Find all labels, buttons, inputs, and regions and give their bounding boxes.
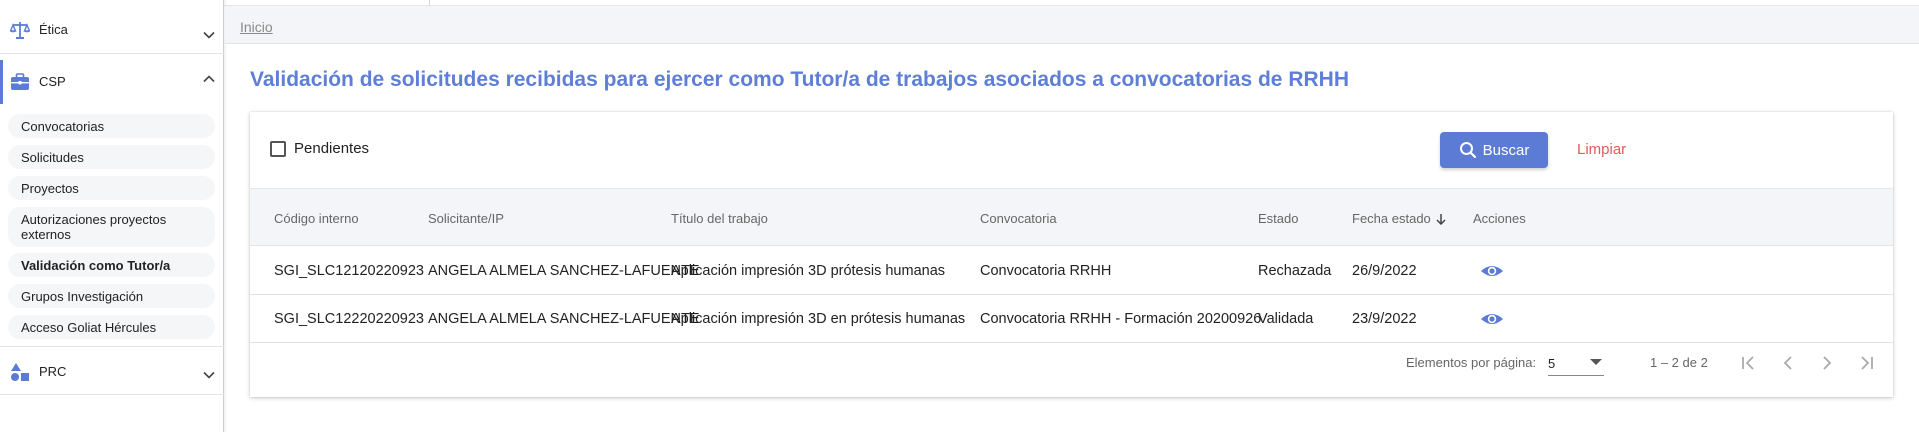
cell-convocatoria: Convocatoria RRHH - Formación 20200926 [980, 311, 1262, 327]
cell-estado: Validada [1258, 311, 1314, 327]
items-per-page-label: Elementos por página: [1406, 355, 1537, 370]
previous-page-icon[interactable] [1775, 350, 1801, 376]
sidebar-group-label: Ética [39, 22, 68, 37]
sidebar-group-etica[interactable]: Ética [0, 14, 224, 46]
cell-solicitante: ANGELA ALMELA SANCHEZ-LAFUENTE [428, 311, 700, 327]
sidebar-group-csp[interactable]: CSP [0, 60, 224, 104]
paginator: Elementos por página: 5 1 – 2 de 2 [250, 344, 1893, 384]
sidebar-item-convocatorias[interactable]: Convocatorias [8, 114, 215, 138]
sidebar-item-solicitudes[interactable]: Solicitudes [8, 145, 215, 169]
search-button-label: Buscar [1482, 141, 1530, 159]
cell-fecha-estado: 26/9/2022 [1352, 263, 1417, 279]
table-row: SGI_SLC12120220923 ANGELA ALMELA SANCHEZ… [250, 247, 1893, 295]
page-size-select[interactable]: 5 [1548, 350, 1604, 376]
sidebar-item-autorizaciones[interactable]: Autorizaciones proyectos externos [8, 207, 215, 247]
cell-codigo: SGI_SLC12120220923 [274, 263, 424, 279]
pending-checkbox[interactable] [270, 141, 286, 157]
breadcrumb: Inicio [225, 6, 1919, 44]
cell-convocatoria: Convocatoria RRHH [980, 263, 1112, 279]
pending-checkbox-label[interactable]: Pendientes [294, 140, 369, 157]
search-icon [1459, 141, 1477, 159]
column-header-fecha-estado[interactable]: Fecha estado [1352, 211, 1447, 226]
clear-button[interactable]: Limpiar [1577, 141, 1626, 158]
next-page-icon[interactable] [1814, 350, 1840, 376]
briefcase-icon [10, 72, 30, 92]
cell-solicitante: ANGELA ALMELA SANCHEZ-LAFUENTE [428, 263, 700, 279]
chevron-down-icon [202, 368, 216, 382]
dropdown-arrow-icon [1590, 359, 1602, 365]
page-title: Validación de solicitudes recibidas para… [250, 68, 1349, 91]
first-page-icon[interactable] [1736, 350, 1762, 376]
search-button[interactable]: Buscar [1440, 132, 1548, 168]
chevron-up-icon [202, 72, 216, 86]
cell-titulo: Aplicación impresión 3D en prótesis huma… [671, 311, 966, 327]
cell-codigo: SGI_SLC12220220923 [274, 311, 424, 327]
chevron-down-icon [202, 28, 216, 42]
column-header-label: Fecha estado [1352, 211, 1431, 226]
sidebar-group-label: PRC [39, 364, 67, 379]
scales-icon [9, 20, 31, 40]
sidebar-group-prc[interactable]: PRC [0, 354, 224, 390]
sidebar-item-proyectos[interactable]: Proyectos [8, 176, 215, 200]
column-header-codigo[interactable]: Código interno [274, 211, 359, 226]
sidebar-group-label: CSP [39, 74, 66, 89]
column-header-acciones: Acciones [1473, 211, 1526, 226]
sidebar-divider [0, 394, 224, 395]
arrow-down-icon [1435, 213, 1447, 226]
table-header: Código interno Solicitante/IP Título del… [250, 188, 1893, 246]
table-row: SGI_SLC12220220923 ANGELA ALMELA SANCHEZ… [250, 295, 1893, 343]
sidebar-item-grupos-investigacion[interactable]: Grupos Investigación [8, 284, 215, 308]
eye-icon[interactable] [1480, 260, 1504, 282]
cell-estado: Rechazada [1258, 263, 1332, 279]
last-page-icon[interactable] [1853, 350, 1879, 376]
sidebar: Ética CSP Convocatorias Solicitudes Proy… [0, 0, 227, 432]
cell-fecha-estado: 23/9/2022 [1352, 311, 1417, 327]
results-card: Pendientes Buscar Limpiar Código interno… [250, 112, 1893, 397]
page-range-label: 1 – 2 de 2 [1650, 355, 1708, 370]
eye-icon[interactable] [1480, 308, 1504, 330]
column-header-titulo[interactable]: Título del trabajo [671, 211, 768, 226]
breadcrumb-home-link[interactable]: Inicio [240, 19, 273, 35]
page-size-value: 5 [1548, 356, 1556, 371]
sidebar-divider [0, 346, 224, 347]
column-header-convocatoria[interactable]: Convocatoria [980, 211, 1057, 226]
sidebar-item-validacion-tutor[interactable]: Validación como Tutor/a [8, 253, 215, 277]
shapes-icon [10, 362, 30, 382]
sidebar-divider [0, 53, 224, 54]
column-header-solicitante[interactable]: Solicitante/IP [428, 211, 504, 226]
cell-titulo: Aplicación impresión 3D prótesis humanas [671, 263, 946, 279]
column-header-estado[interactable]: Estado [1258, 211, 1298, 226]
sidebar-item-acceso-goliat[interactable]: Acceso Goliat Hércules [8, 315, 215, 339]
